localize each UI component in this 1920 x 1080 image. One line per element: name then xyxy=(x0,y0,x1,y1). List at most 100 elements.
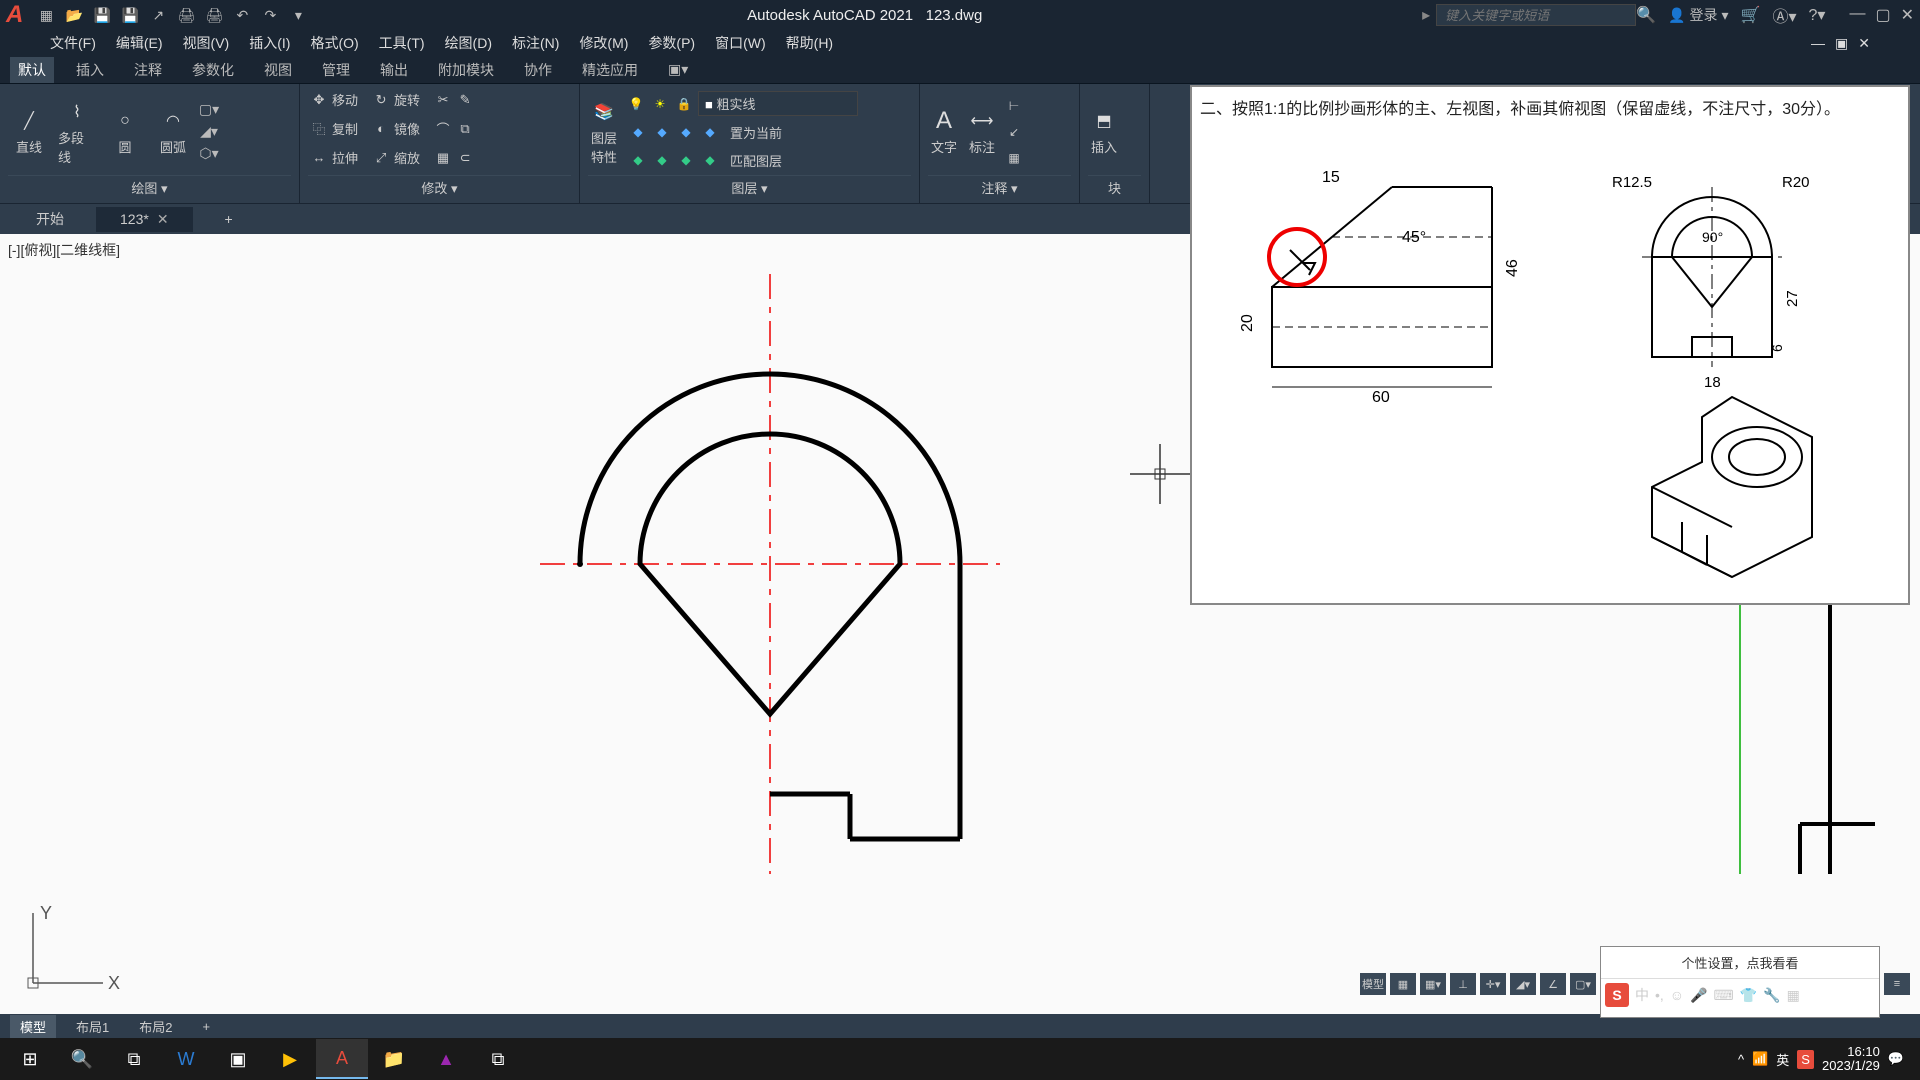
doc-tab-start[interactable]: 开始 xyxy=(12,205,88,233)
menu-draw[interactable]: 绘图(D) xyxy=(445,33,492,53)
doc-tab-file[interactable]: 123*✕ xyxy=(96,207,193,232)
search-button[interactable]: 🔍 xyxy=(56,1039,108,1079)
sb-polar-icon[interactable]: ✛▾ xyxy=(1480,973,1506,995)
polygon-icon[interactable]: ⬡▾ xyxy=(200,145,218,163)
lay5-icon[interactable]: ◆ xyxy=(628,150,648,170)
tab-output[interactable]: 输出 xyxy=(372,57,416,83)
ime-skin-icon[interactable]: 👕 xyxy=(1740,987,1757,1004)
lock-icon[interactable]: 🔒 xyxy=(674,94,694,114)
print-icon[interactable]: 🖨 xyxy=(205,6,223,24)
copy-icon[interactable]: ⿻ xyxy=(310,120,328,138)
rotate-icon[interactable]: ↻ xyxy=(372,91,390,109)
taskview-button[interactable]: ⧉ xyxy=(108,1039,160,1079)
tab-view[interactable]: 视图 xyxy=(256,57,300,83)
save-icon[interactable]: 💾 xyxy=(93,6,111,24)
menu-tools[interactable]: 工具(T) xyxy=(379,33,425,53)
tab-addon[interactable]: 附加模块 xyxy=(430,57,502,83)
undo-icon[interactable]: ↶ xyxy=(233,6,251,24)
a360-icon[interactable]: Ⓐ▾ xyxy=(1772,3,1796,27)
login-button[interactable]: 👤 登录▾ xyxy=(1668,5,1728,25)
start-button[interactable]: ⊞ xyxy=(4,1039,56,1079)
menu-param[interactable]: 参数(P) xyxy=(648,33,695,53)
panel-annot-label[interactable]: 注释 ▾ xyxy=(928,175,1071,199)
model-tab-layout2[interactable]: 布局2 xyxy=(129,1015,182,1038)
linear-dim-icon[interactable]: ⊢ xyxy=(1004,96,1024,116)
layer-props-button[interactable]: 📚 图层 特性 xyxy=(588,96,620,168)
close-icon[interactable]: ✕ xyxy=(1901,5,1914,25)
move-icon[interactable]: ✥ xyxy=(310,91,328,109)
array-icon[interactable]: ▦ xyxy=(434,149,452,167)
ime-lang[interactable]: 中 xyxy=(1635,985,1649,1005)
sb-iso-icon[interactable]: ◢▾ xyxy=(1510,973,1536,995)
app2-button[interactable]: ▶ xyxy=(264,1039,316,1079)
circle-button[interactable]: ○ 圆 xyxy=(104,105,146,158)
tab-featured[interactable]: 精选应用 xyxy=(574,57,646,83)
lay8-icon[interactable]: ◆ xyxy=(700,150,720,170)
text-button[interactable]: A 文字 xyxy=(928,105,960,158)
tab-collab[interactable]: 协作 xyxy=(516,57,560,83)
model-tab-model[interactable]: 模型 xyxy=(10,1015,56,1038)
ime-menu-icon[interactable]: ▦ xyxy=(1787,987,1800,1004)
stretch-icon[interactable]: ↔ xyxy=(310,149,328,167)
open-icon[interactable]: 📂 xyxy=(65,6,83,24)
menu-dim[interactable]: 标注(N) xyxy=(512,33,559,53)
lay3-icon[interactable]: ◆ xyxy=(676,122,696,142)
menu-window[interactable]: 窗口(W) xyxy=(715,33,766,53)
app3-button[interactable]: ▲ xyxy=(420,1039,472,1079)
offset-icon[interactable]: ⊂ xyxy=(456,149,474,167)
redo-icon[interactable]: ↷ xyxy=(261,6,279,24)
menu-modify[interactable]: 修改(M) xyxy=(579,33,628,53)
arc-button[interactable]: ◠ 圆弧 xyxy=(152,105,194,158)
leader-icon[interactable]: ↙ xyxy=(1004,122,1024,142)
menu-edit[interactable]: 编辑(E) xyxy=(116,33,163,53)
maximize-icon[interactable]: ▢ xyxy=(1875,5,1890,25)
rectangle-icon[interactable]: ▢▾ xyxy=(200,101,218,119)
trim-icon[interactable]: ✂ xyxy=(434,91,452,109)
model-tab-new[interactable]: + xyxy=(192,1017,220,1036)
ime-tip[interactable]: 个性设置，点我看看 xyxy=(1601,947,1879,979)
new-icon[interactable]: ▦ xyxy=(37,6,55,24)
sb-custom-icon[interactable]: ≡ xyxy=(1884,973,1910,995)
tab-manage[interactable]: 管理 xyxy=(314,57,358,83)
tab-home[interactable]: 默认 xyxy=(10,57,54,83)
cloud-icon[interactable]: ↗ xyxy=(149,6,167,24)
search-input[interactable] xyxy=(1436,4,1636,26)
plot-icon[interactable]: 🖨 xyxy=(177,6,195,24)
tab-insert[interactable]: 插入 xyxy=(68,57,112,83)
help-icon[interactable]: ?▾ xyxy=(1809,5,1826,25)
model-tab-layout1[interactable]: 布局1 xyxy=(66,1015,119,1038)
app1-button[interactable]: ▣ xyxy=(212,1039,264,1079)
panel-draw-label[interactable]: 绘图 ▾ xyxy=(8,175,291,199)
polyline-button[interactable]: ⌇ 多段线 xyxy=(56,96,98,168)
lay6-icon[interactable]: ◆ xyxy=(652,150,672,170)
layer-dropdown[interactable]: ■ 粗实线 xyxy=(698,91,858,116)
clock[interactable]: 16:10 2023/1/29 xyxy=(1822,1045,1880,1074)
tray-net-icon[interactable]: 📶 xyxy=(1752,1051,1768,1067)
sb-ortho-icon[interactable]: ⊥ xyxy=(1450,973,1476,995)
sb-otrack-icon[interactable]: ▢▾ xyxy=(1570,973,1596,995)
ime-mic-icon[interactable]: 🎤 xyxy=(1690,987,1707,1004)
ime-punct-icon[interactable]: •, xyxy=(1655,987,1664,1003)
bulb-icon[interactable]: 💡 xyxy=(626,94,646,114)
menu-help[interactable]: 帮助(H) xyxy=(786,33,833,53)
tray-up-icon[interactable]: ^ xyxy=(1738,1052,1744,1067)
search-icon[interactable]: 🔍 xyxy=(1636,5,1656,25)
lay7-icon[interactable]: ◆ xyxy=(676,150,696,170)
tab-annotate[interactable]: 注释 xyxy=(126,57,170,83)
tab-parametric[interactable]: 参数化 xyxy=(184,57,242,83)
saveas-icon[interactable]: 💾 xyxy=(121,6,139,24)
word-button[interactable]: W xyxy=(160,1039,212,1079)
doc-tab-new[interactable]: + xyxy=(201,207,257,231)
notifications-icon[interactable]: 💬 xyxy=(1888,1051,1904,1067)
sogou-icon[interactable]: S xyxy=(1605,983,1629,1007)
menu-file[interactable]: 文件(F) xyxy=(50,33,96,53)
qat-dropdown-icon[interactable]: ▾ xyxy=(289,6,307,24)
ime-tool-icon[interactable]: 🔧 xyxy=(1763,987,1780,1004)
mirror-icon[interactable]: ◐ xyxy=(372,120,390,138)
hatch-icon[interactable]: ◢▾ xyxy=(200,123,218,141)
menu-insert[interactable]: 插入(I) xyxy=(249,33,290,53)
scale-icon[interactable]: ⤢ xyxy=(372,149,390,167)
fillet-icon[interactable]: ⌒ xyxy=(434,120,452,138)
menu-format[interactable]: 格式(O) xyxy=(310,33,358,53)
doc-minimize-icon[interactable]: — xyxy=(1811,35,1825,52)
